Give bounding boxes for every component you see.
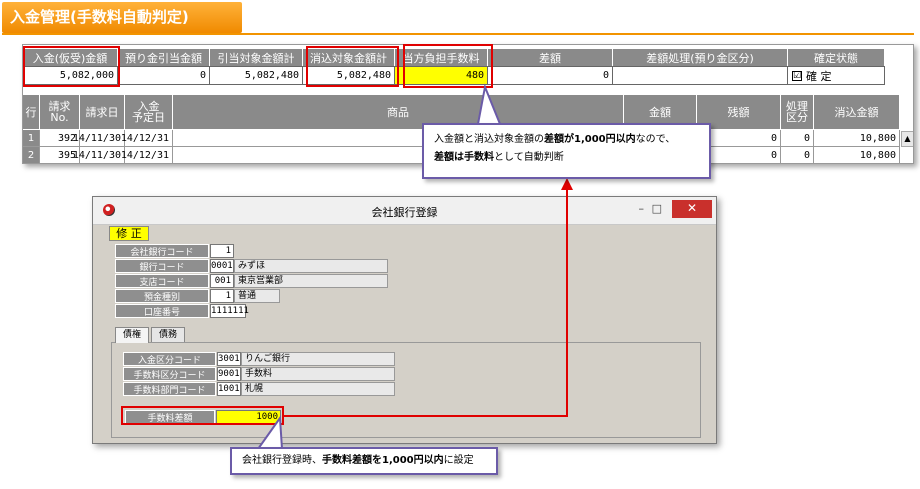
branch-code-input[interactable]: 001 — [210, 274, 234, 288]
col-invoice-date: 請求日 — [80, 95, 125, 129]
cell-process-type[interactable]: 0 — [781, 147, 814, 163]
confirm-checkbox[interactable]: ☑ 確 定 — [788, 66, 885, 85]
branch-name: 東京営業部 — [234, 274, 388, 288]
row-number: 2 — [23, 147, 40, 163]
label-branch-code: 支店コード — [115, 274, 209, 288]
clearing-total-value[interactable]: 5,082,480 — [303, 66, 395, 85]
label-deposit-category-code: 入金区分コード — [123, 352, 216, 366]
callout-text: 会社銀行登録時、 — [242, 455, 322, 466]
company-bank-code-input[interactable]: 1 — [210, 244, 234, 258]
bank-code-input[interactable]: 0001 — [210, 259, 234, 273]
label-deposit-type: 預金種別 — [115, 289, 209, 303]
cell-clear-amount[interactable]: 10,800 — [814, 130, 900, 147]
title-underline — [2, 33, 914, 35]
header-fee: 当方負担手数料 — [395, 49, 488, 66]
header-confirm-state: 確定状態 — [788, 49, 885, 66]
fee-department-code-input[interactable]: 1001 — [217, 382, 241, 396]
deposit-category-name: りんご銀行 — [241, 352, 395, 366]
label-bank-code: 銀行コード — [115, 259, 209, 273]
label-company-bank-code: 会社銀行コード — [115, 244, 209, 258]
cell-due-date[interactable]: 14/12/31 — [121, 147, 173, 163]
callout-text: なので、 — [635, 134, 676, 145]
label-fee-difference: 手数料差額 — [125, 410, 215, 424]
deposit-category-code-input[interactable]: 3001 — [217, 352, 241, 366]
deposit-type-name: 普通 — [234, 289, 280, 303]
label-fee-department-code: 手数料部門コード — [123, 382, 216, 396]
callout-fee-setting: 会社銀行登録時、手数料差額を1,000円以内に設定 — [230, 447, 498, 475]
cell-invoice-date[interactable]: 14/11/30 — [73, 147, 125, 163]
page-title: 入金管理(手数料自動判定) — [2, 2, 242, 33]
fee-category-name: 手数料 — [241, 367, 395, 381]
confirm-label: 確 定 — [806, 69, 832, 83]
callout-emphasis: 差額は手数料 — [434, 152, 494, 163]
label-fee-category-code: 手数料区分コード — [123, 367, 216, 381]
callout-emphasis: 差額が1,000円以内 — [544, 134, 636, 145]
maximize-icon[interactable]: □ — [652, 202, 662, 215]
callout-text: として自動判断 — [494, 152, 564, 163]
header-clearing-total: 消込対象金額計 — [303, 49, 395, 66]
difference-handling-value[interactable] — [613, 66, 788, 85]
bank-name: みずほ — [234, 259, 388, 273]
col-row: 行 — [23, 95, 40, 129]
difference-value[interactable]: 0 — [488, 66, 613, 85]
header-advance-allocation: 預り金引当金額 — [118, 49, 210, 66]
cell-invoice-date[interactable]: 14/11/30 — [73, 130, 125, 147]
summary-header: 入金(仮受)金額 預り金引当金額 引当対象金額計 消込対象金額計 当方負担手数料… — [23, 49, 885, 66]
dialog-title: 会社銀行登録 — [371, 206, 438, 219]
close-icon[interactable]: ✕ — [672, 200, 712, 218]
deposit-type-input[interactable]: 1 — [210, 289, 234, 303]
label-account-number: 口座番号 — [115, 304, 209, 318]
col-process-type: 処理 区分 — [781, 95, 814, 129]
col-due-date: 入金 予定日 — [125, 95, 173, 129]
cell-due-date[interactable]: 14/12/31 — [121, 130, 173, 147]
checkbox-checked-icon: ☑ — [792, 70, 802, 81]
summary-values: 5,082,000 0 5,082,480 5,082,480 480 0 ☑ … — [23, 66, 885, 85]
tab-payables[interactable]: 債務 — [151, 327, 185, 342]
col-invoice-no: 請求No. — [40, 95, 80, 129]
allocation-total-value[interactable]: 5,082,480 — [210, 66, 303, 85]
col-clear-amount: 消込金額 — [814, 95, 900, 129]
fee-difference-input[interactable]: 1000 — [216, 410, 281, 424]
row-number: 1 — [23, 130, 40, 147]
advance-allocation-value[interactable]: 0 — [118, 66, 210, 85]
scroll-up-arrow-icon[interactable]: ▲ — [901, 131, 913, 147]
callout-auto-fee: 入金額と消込対象金額の差額が1,000円以内なので、 差額は手数料として自動判断 — [422, 123, 711, 179]
company-bank-dialog: 会社銀行登録 – □ ✕ 修 正 会社銀行コード 1 銀行コード 0001 みず… — [92, 196, 717, 444]
tab-receivables[interactable]: 債権 — [115, 327, 149, 343]
fee-department-name: 札幌 — [241, 382, 395, 396]
account-number-input[interactable]: 1111111 — [210, 304, 249, 318]
fee-category-code-input[interactable]: 9001 — [217, 367, 241, 381]
header-difference: 差額 — [488, 49, 613, 66]
header-deposit-amount: 入金(仮受)金額 — [23, 49, 118, 66]
header-difference-handling: 差額処理(預り金区分) — [613, 49, 788, 66]
dialog-titlebar: 会社銀行登録 – □ ✕ — [93, 197, 716, 225]
minimize-icon[interactable]: – — [639, 202, 645, 215]
callout-text: に設定 — [443, 455, 474, 466]
callout-text: 入金額と消込対象金額の — [434, 134, 544, 145]
callout-emphasis: 手数料差額を1,000円以内 — [322, 455, 444, 466]
cell-process-type[interactable]: 0 — [781, 130, 814, 147]
mode-badge: 修 正 — [109, 226, 149, 241]
fee-value[interactable]: 480 — [395, 66, 488, 85]
cell-clear-amount[interactable]: 10,800 — [814, 147, 900, 163]
deposit-amount-value[interactable]: 5,082,000 — [23, 66, 118, 85]
header-allocation-total: 引当対象金額計 — [210, 49, 303, 66]
